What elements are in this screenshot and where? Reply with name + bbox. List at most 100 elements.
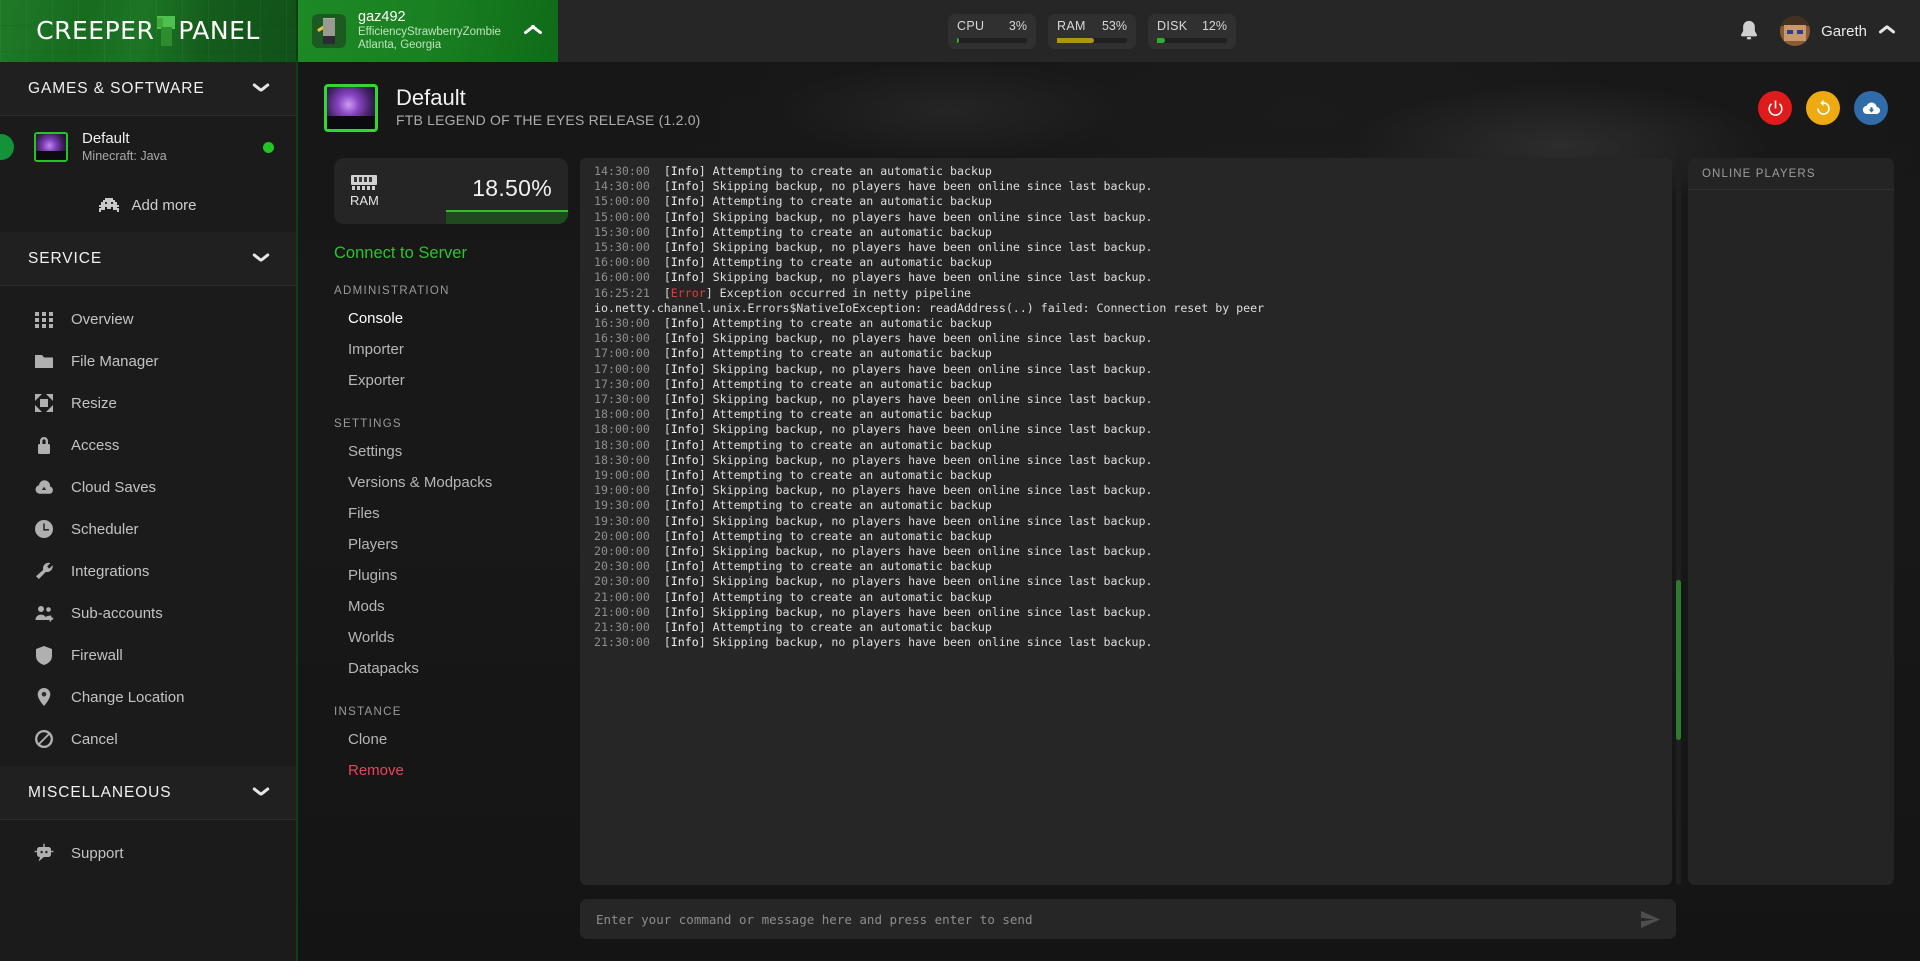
sidebar-item-label: Overview [71,310,134,328]
log-body: [Info] Skipping backup, no players have … [663,452,1153,467]
stat-row: CPU 3% [957,19,1027,33]
log-timestamp: 21:00:00 [594,589,650,604]
console-log-line: 16:00:00 [Info] Attempting to create an … [594,255,1662,270]
power-button[interactable] [1758,91,1792,125]
console-log[interactable]: 14:30:00 [Info] Attempting to create an … [580,158,1672,885]
sidebar-item-cloud-saves[interactable]: Cloud Saves [0,466,296,508]
submenu-item-settings[interactable]: Settings [334,436,568,467]
stat-bar-fill [1057,37,1095,43]
user-menu[interactable]: Gareth [1780,16,1898,46]
submenu-item-mods[interactable]: Mods [334,591,568,622]
console-log-line: 19:00:00 [Info] Skipping backup, no play… [594,483,1662,498]
sidebar-item-label: Scheduler [71,520,139,538]
command-input[interactable] [596,911,1641,927]
log-body: [Info] Skipping backup, no players have … [663,209,1153,224]
topbar-right: Gareth [1738,16,1920,46]
submenu-item-plugins[interactable]: Plugins [334,560,568,591]
add-more-button[interactable]: Add more [0,178,296,232]
stat-disk: DISK 12% [1148,13,1236,49]
sidebar-item-support[interactable]: Support [0,832,296,874]
log-timestamp: 17:00:00 [594,361,650,376]
sidebar-section-service[interactable]: SERVICE [0,232,296,286]
chevron-down-icon[interactable] [252,253,272,265]
sidebar-item-label: Cloud Saves [71,478,157,496]
log-timestamp: 21:00:00 [594,604,650,619]
command-bar[interactable] [580,899,1676,939]
log-timestamp: 16:30:00 [594,316,650,331]
console-scrollbar-thumb[interactable] [1676,579,1681,740]
submenu-item-console[interactable]: Console [334,303,568,334]
left-column: RAM 18.50% Connect to Server ADMINISTRAT… [320,158,568,939]
brand-logo[interactable]: CREEPER PANEL [0,0,296,62]
log-timestamp: 14:30:00 [594,179,650,194]
server-instance-name: EfficiencyStrawberryZombie [358,25,501,38]
chat-bot-icon [34,843,54,862]
console-log-line: 20:30:00 [Info] Skipping backup, no play… [594,574,1662,589]
server-selector[interactable]: gaz492 EfficiencyStrawberryZombie Atlant… [298,0,558,62]
submenu-item-importer[interactable]: Importer [334,334,568,365]
log-timestamp: 21:30:00 [594,620,650,635]
server-selector-toggle[interactable] [516,25,550,37]
sidebar-item-resize[interactable]: Resize [0,382,296,424]
lock-icon [38,437,50,454]
shield-icon [36,646,52,665]
backup-download-button[interactable] [1854,91,1888,125]
submenu-item-clone[interactable]: Clone [334,724,568,755]
restart-button[interactable] [1806,91,1840,125]
log-level: Info [670,316,699,331]
console-log-line: 17:00:00 [Info] Skipping backup, no play… [594,362,1662,377]
sidebar-item-game-default[interactable]: Default Minecraft: Java [0,116,296,178]
ban-circle-icon [35,730,53,748]
log-timestamp: 18:00:00 [594,407,650,422]
online-players-list [1688,190,1894,885]
console-log-line: 17:30:00 [Info] Attempting to create an … [594,377,1662,392]
sidebar-item-firewall[interactable]: Firewall [0,634,296,676]
log-body: [Info] Attempting to create an automatic… [663,164,992,178]
bell-icon[interactable] [1738,19,1760,43]
log-level: Info [670,422,699,437]
sidebar-item-cancel[interactable]: Cancel [0,718,296,760]
sidebar-item-scheduler[interactable]: Scheduler [0,508,296,550]
chevron-up-icon[interactable] [1878,25,1898,37]
ram-card-label: RAM [350,193,379,208]
submenu-item-datapacks[interactable]: Datapacks [334,653,568,684]
section-label-administration: ADMINISTRATION [334,285,450,297]
log-level: Info [670,513,699,528]
page-header: Default FTB LEGEND OF THE EYES RELEASE (… [298,62,1920,132]
log-timestamp: 19:30:00 [594,513,650,528]
server-selector-text: gaz492 EfficiencyStrawberryZombie Atlant… [358,9,504,53]
log-level: Info [670,164,699,178]
sidebar-item-sub-accounts[interactable]: Sub-accounts [0,592,296,634]
log-body: [Info] Skipping backup, no players have … [663,604,1153,619]
sidebar-item-file-manager[interactable]: File Manager [0,340,296,382]
log-level: Info [670,407,699,422]
chevron-down-icon[interactable] [252,787,272,799]
submenu-item-remove[interactable]: Remove [334,755,568,786]
administration-list: Console Importer Exporter [334,303,568,396]
submenu-item-players[interactable]: Players [334,529,568,560]
submenu-item-worlds[interactable]: Worlds [334,622,568,653]
console-scrollbar[interactable] [1676,158,1681,885]
chevron-down-icon[interactable] [252,83,272,95]
sidebar-section-title: SERVICE [28,249,103,267]
connect-to-server-link[interactable]: Connect to Server [334,244,568,263]
submenu-item-exporter[interactable]: Exporter [334,365,568,396]
log-body: [Info] Skipping backup, no players have … [663,361,1153,376]
log-level: Info [670,437,699,452]
instance-list: Clone Remove [334,724,568,786]
sidebar-item-integrations[interactable]: Integrations [0,550,296,592]
ram-usage-bar [446,210,568,224]
submenu-item-versions-modpacks[interactable]: Versions & Modpacks [334,467,568,498]
sidebar-item-overview[interactable]: Overview [0,298,296,340]
creeper-logo-icon [155,16,177,46]
sidebar-section-games-software[interactable]: GAMES & SOFTWARE [0,62,296,116]
wrench-icon [36,562,53,579]
submenu-item-files[interactable]: Files [334,498,568,529]
log-level: Info [670,346,699,361]
content-area: RAM 18.50% Connect to Server ADMINISTRAT… [298,132,1920,939]
send-plane-icon[interactable] [1641,910,1660,928]
sidebar-section-miscellaneous[interactable]: MISCELLANEOUS [0,766,296,820]
sidebar-item-access[interactable]: Access [0,424,296,466]
sidebar-item-change-location[interactable]: Change Location [0,676,296,718]
section-label-instance: INSTANCE [334,706,402,718]
